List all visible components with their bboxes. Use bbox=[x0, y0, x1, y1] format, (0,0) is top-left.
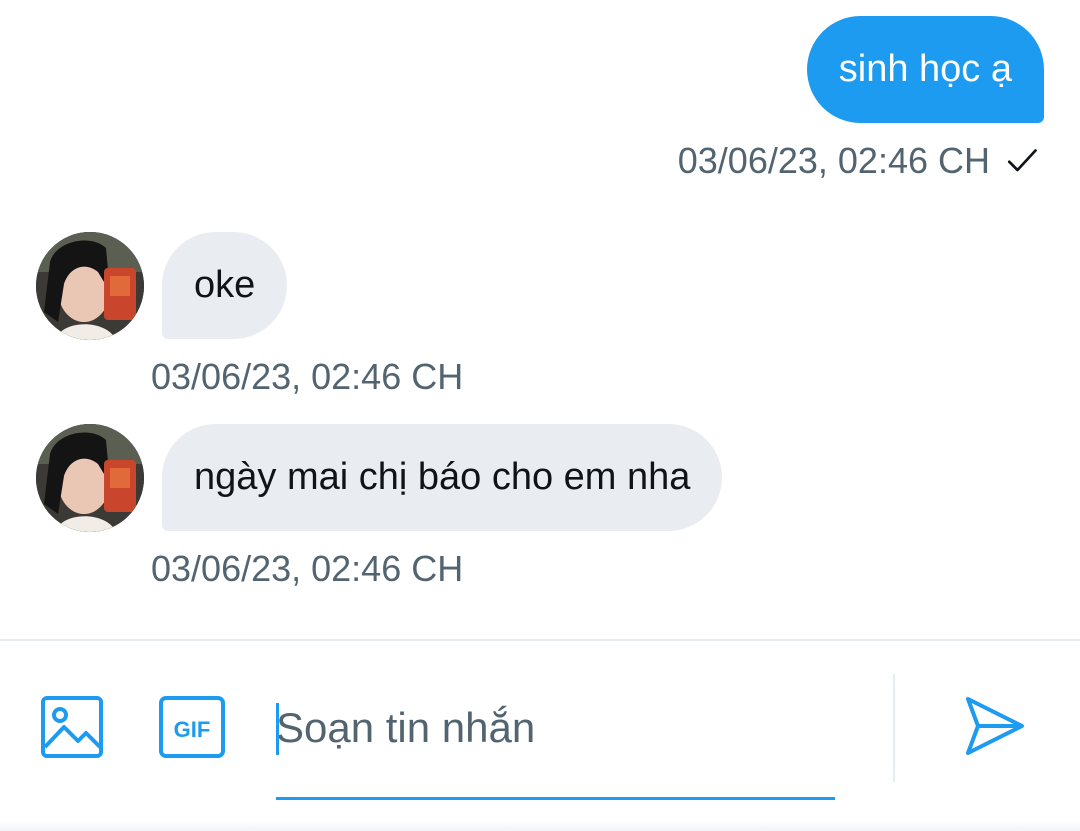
text-caret bbox=[276, 703, 279, 755]
send-separator bbox=[893, 674, 895, 782]
send-icon bbox=[966, 697, 1024, 755]
outgoing-message-bubble[interactable]: sinh học ạ bbox=[806, 16, 1044, 123]
avatar[interactable] bbox=[36, 424, 144, 532]
gif-label: GIF bbox=[174, 717, 211, 742]
gif-icon: GIF bbox=[159, 696, 225, 758]
avatar-photo bbox=[36, 424, 144, 532]
check-icon bbox=[1007, 149, 1037, 172]
input-underline bbox=[276, 797, 835, 800]
avatar[interactable] bbox=[36, 232, 144, 340]
keyboard-edge bbox=[0, 821, 1080, 831]
outgoing-message-meta: 03/06/23, 02:46 CH bbox=[678, 136, 1040, 186]
incoming-message-bubble[interactable]: oke bbox=[162, 232, 288, 339]
message-composer: GIF bbox=[0, 641, 1080, 831]
avatar-photo bbox=[36, 232, 144, 340]
message-timestamp: 03/06/23, 02:46 CH bbox=[677, 140, 990, 181]
message-timestamp: 03/06/23, 02:46 CH bbox=[151, 548, 464, 589]
image-icon bbox=[41, 696, 103, 758]
send-button[interactable] bbox=[962, 693, 1028, 759]
gif-button[interactable]: GIF bbox=[158, 695, 226, 759]
incoming-message-bubble[interactable]: ngày mai chị báo cho em nha bbox=[162, 424, 723, 531]
message-timestamp: 03/06/23, 02:46 CH bbox=[151, 356, 464, 397]
message-input[interactable] bbox=[276, 693, 836, 763]
image-button[interactable] bbox=[40, 695, 104, 759]
